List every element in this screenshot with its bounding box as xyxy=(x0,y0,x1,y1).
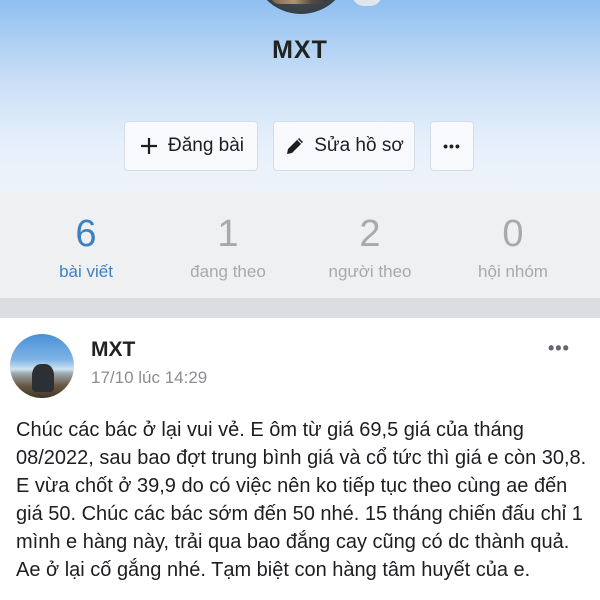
plus-icon xyxy=(138,135,160,157)
pencil-icon xyxy=(284,135,306,157)
stat-following-value: 1 xyxy=(217,213,239,255)
stat-posts[interactable]: 6 bài viết xyxy=(11,212,161,282)
stat-followers-label: người theo xyxy=(328,262,412,281)
stat-groups-label: hội nhóm xyxy=(478,262,548,281)
profile-avatar[interactable] xyxy=(252,0,350,14)
profile-header: MXT Đăng bài Sửa hồ sơ ••• xyxy=(0,0,600,192)
profile-stats-bar: 6 bài viết 1 đang theo 2 người theo 0 hộ… xyxy=(0,192,600,298)
post-timestamp[interactable]: 17/10 lúc 14:29 xyxy=(91,368,207,388)
create-post-label: Đăng bài xyxy=(167,135,245,156)
post-text: Chúc các bác ở lại vui vẻ. E ôm từ giá 6… xyxy=(16,419,587,581)
post-author-avatar[interactable] xyxy=(10,334,74,398)
stat-posts-value: 6 xyxy=(75,213,97,255)
stat-following-label: đang theo xyxy=(190,262,266,281)
stat-followers-value: 2 xyxy=(359,213,381,255)
stat-groups-value: 0 xyxy=(502,213,524,255)
section-divider xyxy=(0,298,600,318)
avatar-camera-badge[interactable] xyxy=(352,0,382,6)
post-author-name[interactable]: MXT xyxy=(91,338,135,362)
post-options-icon[interactable]: ••• xyxy=(548,338,570,359)
edit-profile-label: Sửa hồ sơ xyxy=(314,135,404,156)
more-options-button[interactable]: ••• xyxy=(430,121,474,171)
more-options-icon: ••• xyxy=(443,138,461,154)
stat-groups[interactable]: 0 hội nhóm xyxy=(438,212,588,282)
edit-profile-button[interactable]: Sửa hồ sơ xyxy=(273,121,415,171)
post-card: MXT 17/10 lúc 14:29 ••• Chúc các bác ở l… xyxy=(0,318,600,600)
create-post-button[interactable]: Đăng bài xyxy=(124,121,258,171)
stat-followers[interactable]: 2 người theo xyxy=(295,212,445,282)
profile-name: MXT xyxy=(272,36,328,64)
stat-following[interactable]: 1 đang theo xyxy=(153,212,303,282)
stat-posts-label: bài viết xyxy=(59,262,113,281)
